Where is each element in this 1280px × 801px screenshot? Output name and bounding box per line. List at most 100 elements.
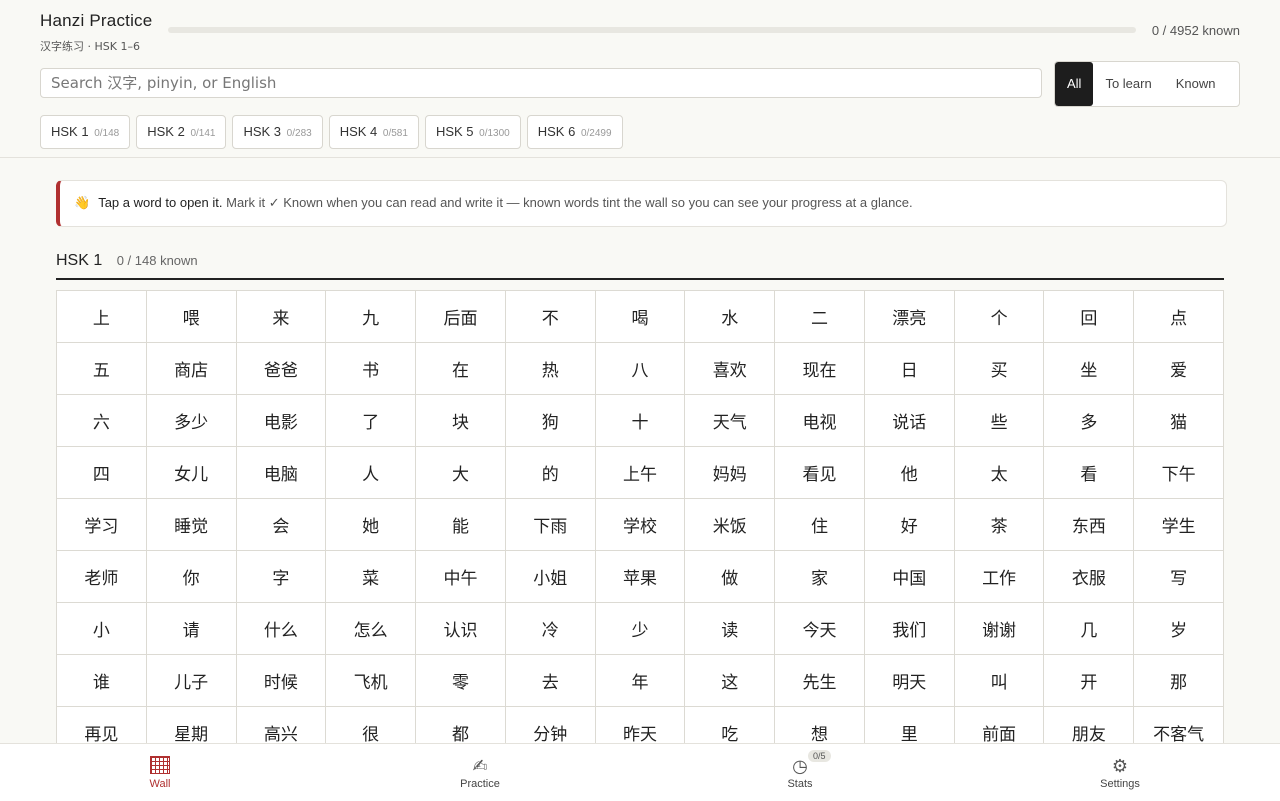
word-cell[interactable]: 学习 bbox=[57, 499, 147, 551]
word-cell[interactable]: 几 bbox=[1044, 603, 1135, 655]
word-cell[interactable]: 中国 bbox=[864, 551, 955, 603]
word-cell[interactable]: 好 bbox=[864, 499, 955, 551]
word-cell[interactable]: 老师 bbox=[57, 551, 147, 603]
word-cell[interactable]: 衣服 bbox=[1044, 551, 1135, 603]
word-cell[interactable]: 谁 bbox=[57, 655, 147, 707]
hsk-4-chip[interactable]: HSK 4 0/581 bbox=[328, 115, 419, 149]
word-cell[interactable]: 漂亮 bbox=[864, 291, 955, 343]
word-cell[interactable]: 水 bbox=[685, 291, 776, 343]
word-cell[interactable]: 书 bbox=[326, 343, 417, 395]
word-cell[interactable]: 说话 bbox=[864, 395, 955, 447]
word-cell[interactable]: 二 bbox=[775, 291, 865, 343]
word-cell[interactable]: 叫 bbox=[954, 655, 1045, 707]
word-cell[interactable]: 上午 bbox=[595, 447, 686, 499]
word-cell[interactable]: 的 bbox=[505, 447, 596, 499]
word-cell[interactable]: 小 bbox=[57, 603, 147, 655]
word-cell[interactable]: 电脑 bbox=[236, 447, 327, 499]
hsk-5-chip[interactable]: HSK 5 0/1300 bbox=[424, 115, 521, 149]
word-cell[interactable]: 后面 bbox=[416, 291, 506, 343]
word-cell[interactable]: 四 bbox=[57, 447, 147, 499]
word-cell[interactable]: 开 bbox=[1044, 655, 1135, 707]
word-cell[interactable]: 米饭 bbox=[685, 499, 776, 551]
word-cell[interactable]: 我们 bbox=[864, 603, 955, 655]
word-cell[interactable]: 睡觉 bbox=[146, 499, 237, 551]
word-cell[interactable]: 今天 bbox=[775, 603, 865, 655]
word-cell[interactable]: 飞机 bbox=[326, 655, 417, 707]
word-cell[interactable]: 工作 bbox=[954, 551, 1045, 603]
word-cell[interactable]: 岁 bbox=[1134, 603, 1224, 655]
word-cell[interactable]: 学校 bbox=[595, 499, 686, 551]
nav-stats[interactable]: ◷ 0/5 Stats bbox=[720, 744, 880, 801]
word-cell[interactable]: 谢谢 bbox=[954, 603, 1045, 655]
word-cell[interactable]: 那 bbox=[1134, 655, 1224, 707]
hsk-2-chip[interactable]: HSK 2 0/141 bbox=[136, 115, 227, 149]
word-cell[interactable]: 零 bbox=[416, 655, 506, 707]
word-cell[interactable]: 小姐 bbox=[505, 551, 596, 603]
word-cell[interactable]: 大 bbox=[416, 447, 506, 499]
word-cell[interactable]: 写 bbox=[1134, 551, 1224, 603]
filter-all-button[interactable]: All bbox=[1055, 62, 1094, 106]
word-cell[interactable]: 太 bbox=[954, 447, 1045, 499]
word-cell[interactable]: 做 bbox=[685, 551, 776, 603]
filter-known-button[interactable]: Known bbox=[1164, 62, 1228, 106]
word-cell[interactable]: 下雨 bbox=[505, 499, 596, 551]
word-cell[interactable]: 妈妈 bbox=[685, 447, 776, 499]
word-cell[interactable]: 菜 bbox=[326, 551, 417, 603]
word-cell[interactable]: 看 bbox=[1044, 447, 1135, 499]
nav-settings[interactable]: ⚙ Settings bbox=[1040, 744, 1200, 801]
word-cell[interactable]: 读 bbox=[685, 603, 776, 655]
word-cell[interactable]: 人 bbox=[326, 447, 417, 499]
word-cell[interactable]: 住 bbox=[775, 499, 865, 551]
hsk-6-chip[interactable]: HSK 6 0/2499 bbox=[526, 115, 623, 149]
word-cell[interactable]: 这 bbox=[685, 655, 776, 707]
word-cell[interactable]: 点 bbox=[1134, 291, 1224, 343]
word-cell[interactable]: 少 bbox=[595, 603, 686, 655]
word-cell[interactable]: 八 bbox=[595, 343, 686, 395]
word-cell[interactable]: 家 bbox=[775, 551, 865, 603]
word-cell[interactable]: 坐 bbox=[1044, 343, 1135, 395]
word-cell[interactable]: 喂 bbox=[146, 291, 237, 343]
word-cell[interactable]: 在 bbox=[416, 343, 506, 395]
word-cell[interactable]: 日 bbox=[864, 343, 955, 395]
word-cell[interactable]: 什么 bbox=[236, 603, 327, 655]
word-cell[interactable]: 喝 bbox=[595, 291, 686, 343]
word-cell[interactable]: 去 bbox=[505, 655, 596, 707]
word-cell[interactable]: 字 bbox=[236, 551, 327, 603]
word-cell[interactable]: 明天 bbox=[864, 655, 955, 707]
word-cell[interactable]: 中午 bbox=[416, 551, 506, 603]
word-cell[interactable]: 个 bbox=[954, 291, 1045, 343]
word-cell[interactable]: 看见 bbox=[775, 447, 865, 499]
word-cell[interactable]: 会 bbox=[236, 499, 327, 551]
word-cell[interactable]: 猫 bbox=[1134, 395, 1224, 447]
nav-practice[interactable]: ✍ Practice bbox=[400, 744, 560, 801]
word-cell[interactable]: 天气 bbox=[685, 395, 776, 447]
word-cell[interactable]: 些 bbox=[954, 395, 1045, 447]
word-cell[interactable]: 茶 bbox=[954, 499, 1045, 551]
word-cell[interactable]: 多 bbox=[1044, 395, 1135, 447]
word-cell[interactable]: 认识 bbox=[416, 603, 506, 655]
word-cell[interactable]: 能 bbox=[416, 499, 506, 551]
word-cell[interactable]: 五 bbox=[57, 343, 147, 395]
word-cell[interactable]: 多少 bbox=[146, 395, 237, 447]
word-cell[interactable]: 现在 bbox=[775, 343, 865, 395]
word-cell[interactable]: 电视 bbox=[775, 395, 865, 447]
word-cell[interactable]: 十 bbox=[595, 395, 686, 447]
word-cell[interactable]: 他 bbox=[864, 447, 955, 499]
word-cell[interactable]: 上 bbox=[57, 291, 147, 343]
word-cell[interactable]: 爱 bbox=[1134, 343, 1224, 395]
word-cell[interactable]: 怎么 bbox=[326, 603, 417, 655]
word-cell[interactable]: 爸爸 bbox=[236, 343, 327, 395]
word-cell[interactable]: 回 bbox=[1044, 291, 1135, 343]
word-cell[interactable]: 年 bbox=[595, 655, 686, 707]
word-cell[interactable]: 冷 bbox=[505, 603, 596, 655]
word-cell[interactable]: 喜欢 bbox=[685, 343, 776, 395]
word-cell[interactable]: 来 bbox=[236, 291, 327, 343]
hsk-3-chip[interactable]: HSK 3 0/283 bbox=[232, 115, 323, 149]
word-cell[interactable]: 九 bbox=[326, 291, 417, 343]
nav-wall[interactable]: Wall bbox=[80, 744, 240, 801]
filter-to-learn-button[interactable]: To learn bbox=[1093, 62, 1163, 106]
word-cell[interactable]: 先生 bbox=[775, 655, 865, 707]
word-cell[interactable]: 电影 bbox=[236, 395, 327, 447]
hsk-1-chip[interactable]: HSK 1 0/148 bbox=[40, 115, 131, 149]
word-cell[interactable]: 热 bbox=[505, 343, 596, 395]
